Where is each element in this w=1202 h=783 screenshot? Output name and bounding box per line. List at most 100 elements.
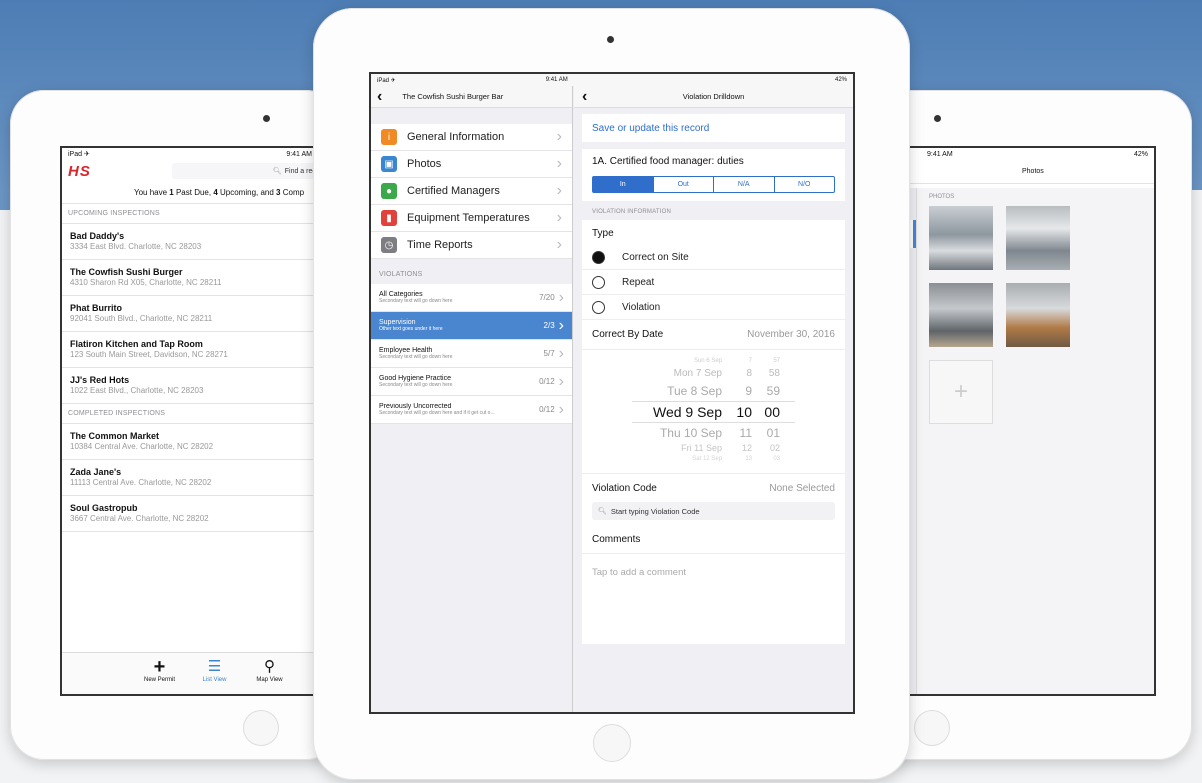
list-item-address: 10384 Central Ave. Charlotte, NC 28202 <box>70 442 214 451</box>
radio-dot <box>592 275 605 289</box>
center-ipad: iPad ✈ 9:41 AM 42% ‹ The Cowfish Sushi B… <box>313 8 910 780</box>
violation-category-row-selected[interactable]: Supervision Other text goes under it here… <box>371 312 572 340</box>
chevron-right-icon: › <box>558 288 564 306</box>
status-time: 9:41 AM <box>927 150 953 158</box>
radio-dot-selected <box>592 250 605 264</box>
menu-item-photos[interactable]: ▣ Photos › <box>371 151 572 178</box>
list-item[interactable]: The Common Market 10384 Central Ave. Char… <box>62 424 316 460</box>
picker-day: Tue 8 Sep <box>667 384 722 398</box>
photo-thumbnail[interactable] <box>1006 283 1070 347</box>
violation-count: 0/12 <box>539 405 555 414</box>
thermometer-icon: ▮ <box>381 210 397 226</box>
violation-title: All Categories <box>379 291 423 298</box>
list-item[interactable]: Bad Daddy's 3334 East Blvd. Charlotte, NC… <box>62 224 316 260</box>
photo-thumbnail[interactable] <box>1006 206 1070 270</box>
list-item[interactable]: The Cowfish Sushi Burger 4310 Sharon Rd X… <box>62 260 316 296</box>
violation-category-row[interactable]: Previously Uncorrected Secondary text wil… <box>371 396 572 424</box>
chevron-right-icon: › <box>556 128 562 145</box>
violations-list: All Categories Secondary text will go dow… <box>371 284 572 424</box>
picker-hour: 7 <box>748 358 752 364</box>
picker-day: Sun 6 Sep <box>693 358 722 364</box>
radio-dot <box>592 300 605 314</box>
status-time: 9:41 AM <box>545 77 568 83</box>
chevron-right-icon: › <box>556 236 562 253</box>
violation-code-value: None Selected <box>769 482 835 494</box>
tab-list-view[interactable]: ☰ List View <box>187 653 242 694</box>
radio-label: Correct on Site <box>622 251 689 263</box>
photo-thumbnail[interactable] <box>929 283 993 347</box>
list-item[interactable]: Soul Gastropub 3667 Central Ave. Charlott… <box>62 496 316 532</box>
picker-minute: 02 <box>769 443 780 453</box>
violation-subtitle: Secondary text will go down here and if … <box>379 410 495 416</box>
menu-item-equipment-temperatures[interactable]: ▮ Equipment Temperatures › <box>371 205 572 232</box>
search-field[interactable]: 🔍︎ Find a record <box>172 163 332 179</box>
back-chevron-icon[interactable]: ‹ <box>377 88 382 105</box>
clock-icon: ◷ <box>381 237 397 253</box>
violation-code-row: Violation Code None Selected <box>582 474 845 502</box>
date-picker[interactable]: Sun 6 Sep 7 57 Mon 7 Sep 8 58 Tue 8 Sep 9 59 W… <box>582 350 845 474</box>
violation-category-row[interactable]: Good Hygiene Practice Secondary text will… <box>371 368 572 396</box>
segment-out[interactable]: Out <box>654 177 714 192</box>
upcoming-header: UPCOMING INSPECTIONS <box>62 204 338 224</box>
correct-by-row[interactable]: Correct By Date November 30, 2016 <box>582 320 845 350</box>
save-record-link[interactable]: Save or update this record <box>582 114 845 142</box>
segment-in[interactable]: In <box>593 177 654 192</box>
photo-thumbnail[interactable] <box>929 206 993 270</box>
violation-code-placeholder: Start typing Violation Code <box>610 506 700 516</box>
violation-information-header: VIOLATION INFORMATION <box>574 201 853 220</box>
list-item-name: The Common Market <box>70 431 160 441</box>
type-label: Type <box>592 228 614 239</box>
chevron-right-icon: › <box>556 155 562 172</box>
correct-by-label: Correct By Date <box>592 329 664 340</box>
violation-code-search[interactable]: 🔍︎ Start typing Violation Code <box>592 502 835 520</box>
left-screen: iPad ✈ 9:41 AM HS 🔍︎ Find a record You h… <box>60 146 340 696</box>
violation-title: Employee Health <box>379 347 433 354</box>
list-item[interactable]: JJ's Red Hots 1022 East Blvd., Charlotte,… <box>62 368 338 404</box>
photos-pane: PHOTOS + <box>917 188 1154 694</box>
tab-bar: + New Permit ☰ List View ⚲ Map View <box>62 652 338 694</box>
violation-category-row[interactable]: All Categories Secondary text will go dow… <box>371 284 572 312</box>
radio-correct-on-site[interactable]: Correct on Site <box>582 245 845 270</box>
chevron-right-icon: › <box>558 316 564 334</box>
violation-count: 0/12 <box>539 377 555 386</box>
menu-item-certified-managers[interactable]: ● Certified Managers › <box>371 178 572 205</box>
segment-na[interactable]: N/A <box>714 177 775 192</box>
status-battery: 42% <box>1133 150 1148 158</box>
tab-new-permit[interactable]: + New Permit <box>132 653 187 694</box>
picker-minute: 59 <box>766 384 780 398</box>
menu-item-label: Time Reports <box>407 239 473 251</box>
list-item-address: 123 South Main Street, Davidson, NC 2827… <box>70 350 228 359</box>
detail-menu: i General Information › ▣ Photos › ● Cer… <box>371 124 572 259</box>
list-item-address: 3667 Central Ave. Charlotte, NC 28202 <box>70 514 209 523</box>
list-item-address: 4310 Sharon Rd X05, Charlotte, NC 28211 <box>70 278 222 287</box>
radio-repeat[interactable]: Repeat <box>582 270 845 295</box>
nav-title: Photos <box>1022 168 1044 175</box>
menu-item-general-information[interactable]: i General Information › <box>371 124 572 151</box>
list-item-name: The Cowfish Sushi Burger <box>70 267 183 277</box>
center-screen: iPad ✈ 9:41 AM 42% ‹ The Cowfish Sushi B… <box>369 72 855 714</box>
add-photo-button[interactable]: + <box>929 360 993 424</box>
radio-violation[interactable]: Violation <box>582 295 845 320</box>
list-item[interactable]: Phat Burrito 92041 South Blvd., Charlotte… <box>62 296 316 332</box>
violation-title: Previously Uncorrected <box>379 403 452 410</box>
comments-label: Comments <box>582 526 845 554</box>
picker-hour: 11 <box>739 426 752 440</box>
list-item[interactable]: Flatiron Kitchen and Tap Room 123 South M… <box>62 332 316 368</box>
list-item-name: Flatiron Kitchen and Tap Room <box>70 339 203 349</box>
comments-field[interactable]: Tap to add a comment <box>582 554 845 644</box>
segment-no[interactable]: N/O <box>775 177 835 192</box>
status-carrier: iPad ✈ <box>377 77 396 84</box>
status-bar: iPad ✈ 9:41 AM 42% <box>371 74 853 86</box>
list-item-name: Soul Gastropub <box>70 503 138 513</box>
violation-subtitle: Other text goes under it here <box>379 326 443 332</box>
master-title: The Cowfish Sushi Burger Bar <box>402 92 504 101</box>
tab-map-view[interactable]: ⚲ Map View <box>242 653 297 694</box>
picker-hour: 9 <box>745 384 752 398</box>
summary-prefix: You have <box>134 188 170 197</box>
menu-item-time-reports[interactable]: ◷ Time Reports › <box>371 232 572 259</box>
violation-category-row[interactable]: Employee Health Secondary text will go do… <box>371 340 572 368</box>
chevron-right-icon: › <box>556 182 562 199</box>
list-item[interactable]: Zada Jane's 11113 Central Ave. Charlotte,… <box>62 460 316 496</box>
completed-header: COMPLETED INSPECTIONS <box>62 404 338 424</box>
violation-subtitle: Secondary text will go down here <box>379 354 453 360</box>
